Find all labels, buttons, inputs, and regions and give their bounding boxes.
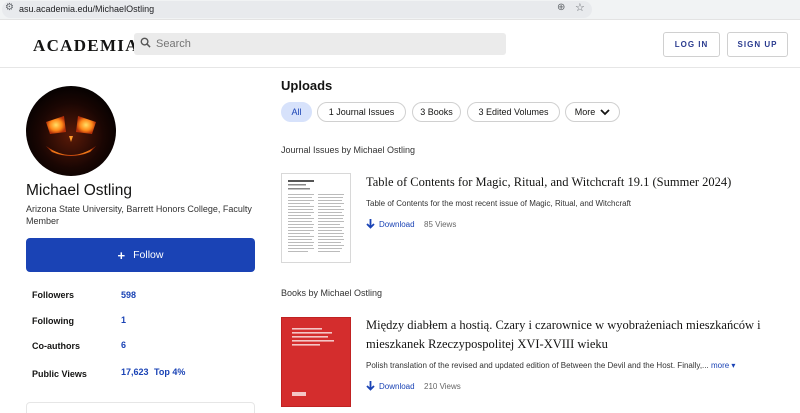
more-link[interactable]: more ▾ xyxy=(711,361,735,370)
profile-affiliation[interactable]: Arizona State University, Barrett Honors… xyxy=(26,203,261,227)
publication-title-line1[interactable]: Między diabłem a hostią. Czary i czarown… xyxy=(366,315,761,335)
section-heading-books: Books by Michael Ostling xyxy=(281,288,383,298)
book-cover-icon xyxy=(292,328,334,396)
search-icon xyxy=(140,37,151,48)
stat-label-coauthors: Co-authors xyxy=(32,341,80,351)
stat-label-following: Following xyxy=(32,316,74,326)
stat-value-followers[interactable]: 598 xyxy=(121,290,136,300)
journal-thumbnail[interactable] xyxy=(281,173,351,263)
zoom-icon[interactable]: ⊕ xyxy=(557,2,565,13)
search-bar[interactable] xyxy=(134,33,506,55)
chevron-down-icon xyxy=(600,108,610,115)
stat-value-coauthors[interactable]: 6 xyxy=(121,340,126,350)
filter-chip-journal-issues[interactable]: 1 Journal Issues xyxy=(317,102,406,122)
document-preview-icon xyxy=(288,180,344,252)
stat-label-followers: Followers xyxy=(32,290,75,300)
url-text[interactable]: asu.academia.edu/MichaelOstling xyxy=(19,4,154,14)
search-input[interactable] xyxy=(156,35,496,53)
profile-name: Michael Ostling xyxy=(26,182,132,199)
description-text: Polish translation of the revised and up… xyxy=(366,361,709,370)
filter-chip-all[interactable]: All xyxy=(281,102,312,122)
publication-description: Table of Contents for the most recent is… xyxy=(366,199,632,208)
follow-label: Follow xyxy=(133,249,164,261)
filter-chip-edited-volumes[interactable]: 3 Edited Volumes xyxy=(467,102,560,122)
filter-chip-books[interactable]: 3 Books xyxy=(412,102,461,122)
follow-button[interactable]: + Follow xyxy=(26,238,255,272)
stat-value-following[interactable]: 1 xyxy=(121,315,126,325)
publication-title[interactable]: Table of Contents for Magic, Ritual, and… xyxy=(366,172,731,192)
jack-o-lantern-photo xyxy=(26,86,116,176)
download-label: Download xyxy=(379,219,415,229)
filter-chip-more[interactable]: More xyxy=(565,102,620,122)
more-link-label: more xyxy=(710,361,730,370)
view-count: 210 Views xyxy=(424,382,461,391)
view-count: 85 Views xyxy=(424,220,457,229)
download-label: Download xyxy=(379,381,415,391)
download-link[interactable]: Download xyxy=(366,219,415,229)
more-label: More xyxy=(574,107,596,117)
publication-description: Polish translation of the revised and up… xyxy=(366,361,735,370)
browser-address-bar: ⚙ asu.academia.edu/MichaelOstling ⊕ ☆ xyxy=(0,0,800,20)
plus-icon: + xyxy=(117,247,126,263)
uploads-heading: Uploads xyxy=(281,78,333,93)
publication-title-line2[interactable]: mieszkanek Rzeczypospolitej XVI-XVIII wi… xyxy=(366,334,608,354)
section-heading-journal-issues: Journal Issues by Michael Ostling xyxy=(281,145,416,155)
login-button[interactable]: LOG IN xyxy=(663,32,720,57)
site-header: ACADEMIA LOG IN SIGN UP xyxy=(0,20,800,68)
academia-logo[interactable]: ACADEMIA xyxy=(33,36,139,56)
profile-card xyxy=(26,402,255,413)
top-percent-badge: Top 4% xyxy=(154,367,186,377)
book-thumbnail[interactable] xyxy=(281,317,351,407)
bookmark-star-icon[interactable]: ☆ xyxy=(575,1,585,14)
download-link[interactable]: Download xyxy=(366,381,415,391)
stat-value-public-views: 17,623 xyxy=(121,367,149,377)
download-arrow-icon xyxy=(366,381,375,391)
avatar[interactable] xyxy=(26,86,116,176)
download-arrow-icon xyxy=(366,219,375,229)
site-info-icon[interactable]: ⚙ xyxy=(5,2,14,13)
stat-label-public-views: Public Views xyxy=(32,369,87,379)
signup-button[interactable]: SIGN UP xyxy=(727,32,788,57)
